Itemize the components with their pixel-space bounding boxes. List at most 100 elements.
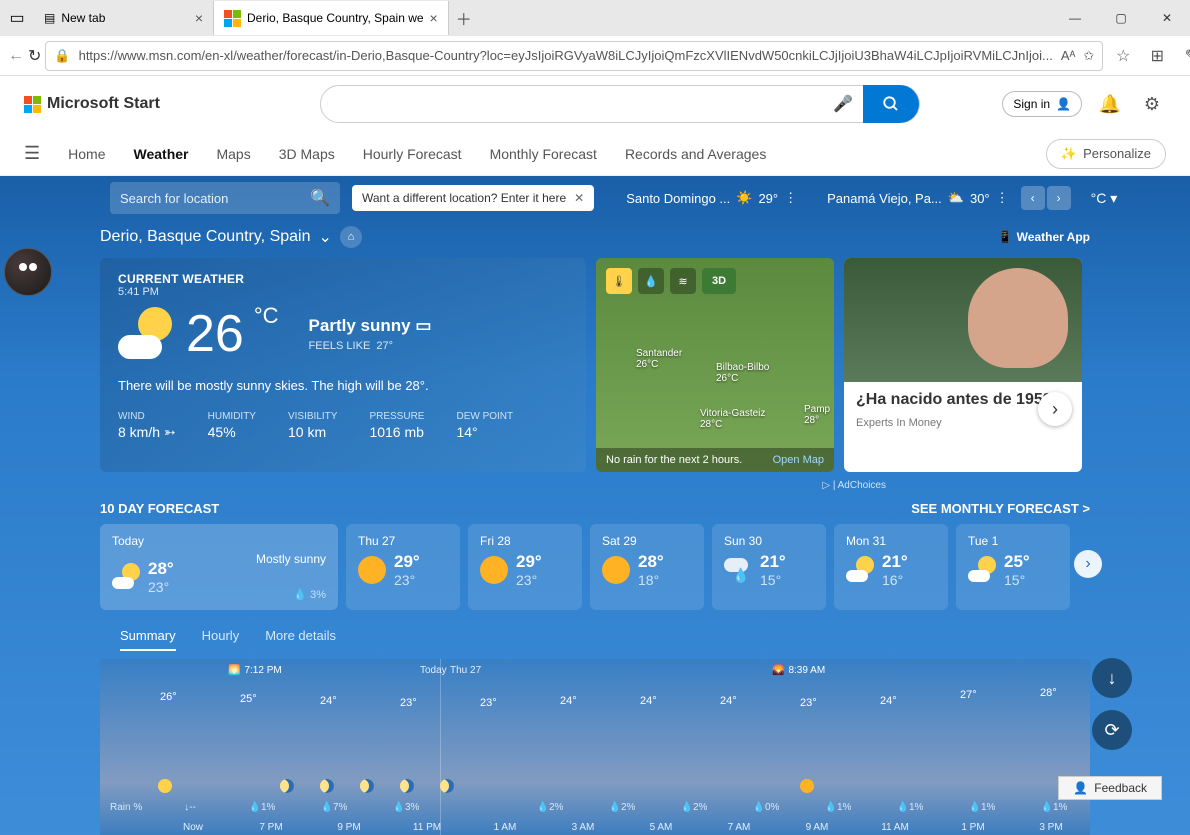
current-summary: There will be mostly sunny skies. The hi… xyxy=(118,378,568,393)
hour-label: 1 AM xyxy=(466,822,544,833)
location-title[interactable]: Derio, Basque Country, Spain ⌄ ⌂ xyxy=(100,226,362,248)
monthly-forecast-link[interactable]: SEE MONTHLY FORECAST > xyxy=(911,501,1090,516)
temp-layer-button[interactable]: 🌡 xyxy=(606,268,632,294)
nav-maps[interactable]: Maps xyxy=(216,146,250,162)
unit-toggle[interactable]: °C ▾ xyxy=(1091,190,1118,207)
favorite-icon[interactable]: ✩ xyxy=(1083,48,1094,64)
location-title-row: Derio, Basque Country, Spain ⌄ ⌂ 📱 Weath… xyxy=(0,220,1190,254)
quick-location[interactable]: Panamá Viejo, Pa... ⛅ 30° ⋮ xyxy=(827,190,1009,206)
temp-point: 24° xyxy=(880,695,897,707)
back-button[interactable]: ← xyxy=(8,40,24,72)
nav-3dmaps[interactable]: 3D Maps xyxy=(279,146,335,162)
nav-home[interactable]: Home xyxy=(68,146,105,162)
url-input[interactable]: 🔒 https://www.msn.com/en-xl/weather/fore… xyxy=(45,41,1103,71)
wind-layer-button[interactable]: ≋ xyxy=(670,268,696,294)
tab-newtab[interactable]: ▤ New tab × xyxy=(34,1,214,35)
collections-icon[interactable]: ⊞ xyxy=(1141,40,1173,72)
day-card[interactable]: Mon 3121°16° xyxy=(834,524,948,610)
favorites-icon[interactable]: ☆ xyxy=(1107,40,1139,72)
location-search: 🔍 xyxy=(110,182,340,214)
location-search-input[interactable] xyxy=(120,191,310,206)
weather-app-link[interactable]: 📱 Weather App xyxy=(998,230,1090,244)
nav-weather[interactable]: Weather xyxy=(134,146,189,162)
refresh-button[interactable]: ↻ xyxy=(28,40,41,72)
tab-more-details[interactable]: More details xyxy=(265,628,336,651)
hour-label: 5 AM xyxy=(622,822,700,833)
hour-label: 11 AM xyxy=(856,822,934,833)
new-tab-button[interactable]: ＋ xyxy=(449,6,479,30)
open-map-link[interactable]: Open Map xyxy=(773,454,824,466)
tab-msn-weather[interactable]: Derio, Basque Country, Spain we × xyxy=(214,1,449,35)
hour-label: 11 PM xyxy=(388,822,466,833)
signin-button[interactable]: Sign in 👤 xyxy=(1002,91,1082,117)
rain-value xyxy=(442,802,514,813)
nav-records[interactable]: Records and Averages xyxy=(625,146,766,162)
map-card[interactable]: 🌡 💧 ≋ 3D Santander26°CBilbao-Bilbo26°CVi… xyxy=(596,258,834,472)
day-card[interactable]: Thu 2729°23° xyxy=(346,524,460,610)
rain-value: 💧1% xyxy=(1018,802,1090,813)
hamburger-icon[interactable]: ☰ xyxy=(24,143,40,164)
forecast-scroll-right[interactable]: › xyxy=(1074,550,1102,578)
assistant-avatar[interactable] xyxy=(4,248,52,296)
mic-icon[interactable]: 🎤 xyxy=(823,94,863,114)
day-card[interactable]: Tue 125°15° xyxy=(956,524,1070,610)
weather-area: 🔍 Want a different location? Enter it he… xyxy=(0,176,1190,835)
personalize-button[interactable]: ✨ Personalize xyxy=(1046,139,1166,169)
stat-wind: WIND8 km/h ➳ xyxy=(118,411,176,441)
partly-icon xyxy=(158,779,174,795)
close-window-button[interactable]: ✕ xyxy=(1144,0,1190,36)
tab-title: Derio, Basque Country, Spain we xyxy=(247,11,424,25)
notifications-icon[interactable]: 🔔 xyxy=(1096,90,1124,118)
close-icon[interactable]: × xyxy=(430,10,438,26)
rain-value: ↓-- xyxy=(154,802,226,813)
scroll-right-button[interactable]: › xyxy=(1047,186,1071,210)
tab-hourly[interactable]: Hourly xyxy=(202,628,240,651)
nav-monthly[interactable]: Monthly Forecast xyxy=(490,146,597,162)
3d-button[interactable]: 3D xyxy=(702,268,736,294)
sun-icon: ☀️ xyxy=(736,190,752,206)
tab-actions-icon[interactable]: ▭ xyxy=(0,1,34,35)
close-icon[interactable]: ✕ xyxy=(574,191,584,205)
close-icon[interactable]: × xyxy=(195,10,203,26)
quick-location[interactable]: Santo Domingo ... ☀️ 29° ⋮ xyxy=(626,190,797,206)
current-time: 5:41 PM xyxy=(118,286,568,298)
partly-icon xyxy=(112,563,140,591)
maximize-button[interactable]: ▢ xyxy=(1098,0,1144,36)
extension-icon[interactable]: ✎ xyxy=(1175,40,1190,72)
tab-summary[interactable]: Summary xyxy=(120,628,176,651)
day-card[interactable]: Fri 2829°23° xyxy=(468,524,582,610)
adchoices-link[interactable]: ▷ | AdChoices xyxy=(0,476,986,491)
scroll-down-button[interactable]: ↓ xyxy=(1092,658,1132,698)
hour-label: 7 AM xyxy=(700,822,778,833)
minimize-button[interactable]: — xyxy=(1052,0,1098,36)
more-icon[interactable]: ⋮ xyxy=(784,190,797,206)
search-icon[interactable]: 🔍 xyxy=(310,188,330,208)
nav-hourly[interactable]: Hourly Forecast xyxy=(363,146,462,162)
more-icon[interactable]: ⋮ xyxy=(996,190,1009,206)
day-card[interactable]: Sun 30💧21°15° xyxy=(712,524,826,610)
home-pin-button[interactable]: ⌂ xyxy=(340,226,362,248)
ad-next-button[interactable]: › xyxy=(1038,392,1072,426)
current-weather-card: CURRENT WEATHER 5:41 PM 26 °C Partly sun… xyxy=(100,258,586,472)
phone-icon: 📱 xyxy=(998,230,1013,244)
logo-text: Microsoft Start xyxy=(47,95,160,113)
scroll-left-button[interactable]: ‹ xyxy=(1021,186,1045,210)
moon-icon xyxy=(320,779,336,795)
chart-day-label: Thu 27 xyxy=(450,665,481,676)
partly-icon: ⛅ xyxy=(948,190,964,206)
video-icon[interactable]: ▭ xyxy=(415,316,431,335)
precip-layer-button[interactable]: 💧 xyxy=(638,268,664,294)
feedback-button[interactable]: 👤 Feedback xyxy=(1058,776,1162,800)
sun-icon xyxy=(480,556,508,584)
page-icon: ▤ xyxy=(44,11,55,25)
day-card[interactable]: Today28°23°Mostly sunny💧 3% xyxy=(100,524,338,610)
reader-icon[interactable]: Aᴬ xyxy=(1061,48,1076,63)
search-input[interactable] xyxy=(321,96,823,112)
site-logo[interactable]: Microsoft Start xyxy=(24,95,160,113)
day-card[interactable]: Sat 2928°18° xyxy=(590,524,704,610)
moon-icon xyxy=(360,779,376,795)
search-button[interactable] xyxy=(863,85,919,123)
ad-card[interactable]: ¿Ha nacido antes de 1959? Experts In Mon… xyxy=(844,258,1082,472)
refresh-data-button[interactable]: ⟳ xyxy=(1092,710,1132,750)
settings-icon[interactable]: ⚙ xyxy=(1138,90,1166,118)
